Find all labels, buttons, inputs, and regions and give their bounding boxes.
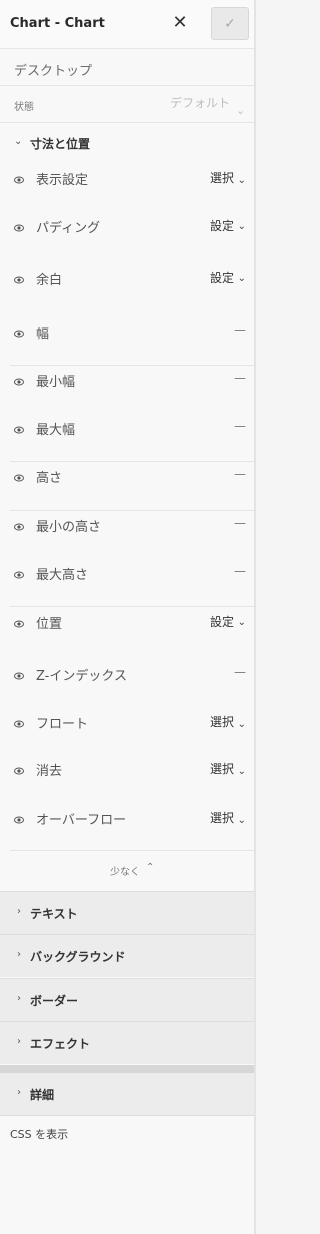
- chevron-down-icon: ⌄: [236, 104, 246, 117]
- row-float[interactable]: フロート 選択 ⌄: [0, 701, 254, 749]
- row-min-width[interactable]: 最小幅 —: [0, 359, 254, 407]
- chevron-down-icon: ⌄: [237, 766, 246, 777]
- row-label: 最小幅: [36, 375, 76, 390]
- row-label: オーバーフロー: [36, 813, 127, 828]
- row-value[interactable]: —: [234, 467, 246, 481]
- row-value[interactable]: 選択: [210, 169, 234, 186]
- eye-icon: [14, 571, 24, 579]
- confirm-button[interactable]: ✓: [211, 7, 249, 40]
- device-label: デスクトップ: [14, 64, 93, 79]
- section-dimensions-position[interactable]: ⌄ 寸法と位置: [0, 123, 254, 159]
- row-label: 表示設定: [36, 173, 89, 188]
- row-min-height[interactable]: 最小の高さ —: [0, 504, 254, 552]
- row-label: 消去: [36, 764, 63, 779]
- section-text[interactable]: › テキスト: [0, 891, 254, 934]
- chevron-down-icon: ⌄: [14, 136, 23, 147]
- section-details[interactable]: › 詳細: [0, 1073, 254, 1116]
- row-value[interactable]: —: [234, 419, 246, 433]
- eye-icon: [14, 816, 24, 824]
- row-overflow[interactable]: オーバーフロー 選択 ⌄: [0, 797, 254, 845]
- row-clear[interactable]: 消去 選択 ⌄: [0, 748, 254, 796]
- row-value[interactable]: 選択: [210, 809, 234, 826]
- row-z-index[interactable]: Z-インデックス —: [0, 653, 254, 701]
- row-margin[interactable]: 余白 設定 ⌄: [0, 257, 254, 305]
- row-value[interactable]: 設定: [210, 269, 234, 286]
- check-icon: ✓: [224, 15, 236, 32]
- row-value[interactable]: 設定: [210, 613, 234, 630]
- section-border[interactable]: › ボーダー: [0, 978, 254, 1021]
- section-label: テキスト: [30, 907, 78, 921]
- section-effects[interactable]: › エフェクト: [0, 1021, 254, 1064]
- row-position[interactable]: 位置 設定 ⌄: [0, 601, 254, 649]
- row-value[interactable]: 選択: [210, 713, 234, 730]
- section-label: 寸法と位置: [30, 137, 91, 151]
- show-less-label: 少なく: [110, 867, 140, 878]
- row-label: 高さ: [36, 471, 63, 486]
- eye-icon: [14, 767, 24, 775]
- panel-header: Chart - Chart ✕ ✓: [0, 0, 254, 49]
- state-selector[interactable]: 状態 デフォルト ⌄: [0, 86, 254, 123]
- eye-icon: [14, 523, 24, 531]
- chevron-down-icon: ⌄: [237, 719, 246, 730]
- row-visibility[interactable]: 表示設定 選択 ⌄: [0, 157, 254, 205]
- row-label: 余白: [36, 273, 63, 288]
- row-label: フロート: [36, 717, 89, 732]
- row-label: 最大高さ: [36, 568, 89, 583]
- row-value[interactable]: 設定: [210, 217, 234, 234]
- eye-icon: [14, 276, 24, 284]
- row-width[interactable]: 幅 —: [0, 311, 254, 359]
- chevron-down-icon: ⌄: [237, 273, 246, 284]
- chevron-right-icon: ›: [17, 993, 21, 1004]
- row-padding[interactable]: パディング 設定 ⌄: [0, 205, 254, 253]
- eye-icon: [14, 426, 24, 434]
- row-value[interactable]: —: [234, 665, 246, 679]
- row-value[interactable]: —: [234, 564, 246, 578]
- eye-icon: [14, 620, 24, 628]
- row-label: Z-インデックス: [36, 669, 127, 684]
- show-css-link[interactable]: CSS を表示: [10, 1126, 68, 1142]
- properties-panel: Chart - Chart ✕ ✓ デスクトップ 状態 デフォルト ⌄ ⌄ 寸法…: [0, 0, 256, 1234]
- row-value[interactable]: —: [234, 516, 246, 530]
- chevron-down-icon: ⌄: [237, 617, 246, 628]
- row-label: 位置: [36, 617, 63, 632]
- section-label: ボーダー: [30, 994, 79, 1008]
- row-label: 最大幅: [36, 423, 76, 438]
- state-label: 状態: [14, 102, 34, 113]
- chevron-right-icon: ›: [17, 906, 21, 917]
- row-max-height[interactable]: 最大高さ —: [0, 552, 254, 600]
- row-label: パディング: [36, 221, 101, 236]
- chevron-down-icon: ⌄: [237, 221, 246, 232]
- eye-icon: [14, 224, 24, 232]
- close-icon[interactable]: ✕: [171, 14, 189, 32]
- row-value[interactable]: 選択: [210, 760, 234, 777]
- chevron-right-icon: ›: [17, 1036, 21, 1047]
- section-label: エフェクト: [30, 1037, 91, 1051]
- state-value[interactable]: デフォルト: [170, 94, 230, 111]
- eye-icon: [14, 720, 24, 728]
- row-max-width[interactable]: 最大幅 —: [0, 407, 254, 455]
- panel-title: Chart - Chart: [10, 16, 105, 31]
- device-selector[interactable]: デスクトップ: [0, 49, 254, 86]
- chevron-up-icon: ⌃: [146, 862, 155, 873]
- section-label: 詳細: [30, 1088, 55, 1102]
- section-background[interactable]: › バックグラウンド: [0, 934, 254, 977]
- show-less-button[interactable]: 少なく ⌃: [0, 851, 254, 891]
- eye-icon: [14, 176, 24, 184]
- row-value[interactable]: —: [234, 323, 246, 337]
- row-label: 最小の高さ: [36, 520, 102, 535]
- chevron-right-icon: ›: [17, 1087, 21, 1098]
- eye-icon: [14, 672, 24, 680]
- eye-icon: [14, 474, 24, 482]
- separator-bar: [0, 1065, 254, 1073]
- row-height[interactable]: 高さ —: [0, 455, 254, 503]
- eye-icon: [14, 330, 24, 338]
- section-label: バックグラウンド: [30, 950, 126, 964]
- chevron-right-icon: ›: [17, 949, 21, 960]
- chevron-down-icon: ⌄: [237, 815, 246, 826]
- row-label: 幅: [36, 327, 50, 342]
- chevron-down-icon: ⌄: [237, 175, 246, 186]
- row-value[interactable]: —: [234, 371, 246, 385]
- eye-icon: [14, 378, 24, 386]
